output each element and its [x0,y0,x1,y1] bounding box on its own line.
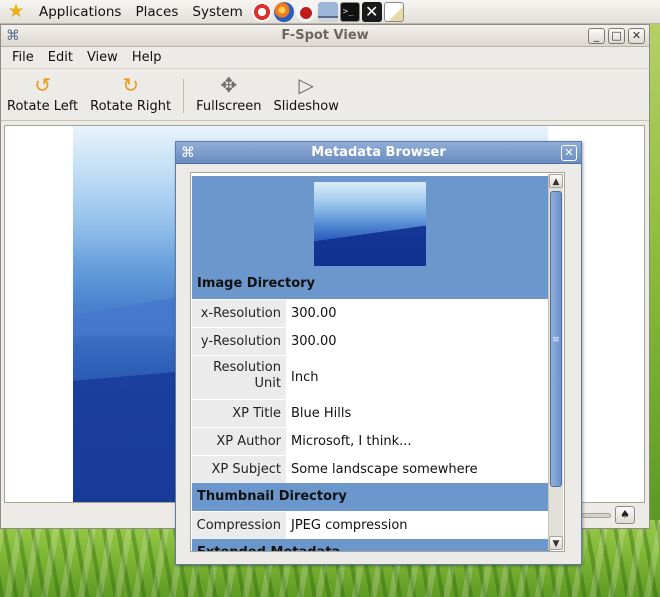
row-key: Compression [192,512,286,539]
top-panel: ★ Applications Places System >_ ✕ [0,0,660,24]
menu-file[interactable]: File [5,50,41,65]
metadata-browser-title: Metadata Browser [311,145,446,160]
table-row: XP Title Blue Hills [192,399,550,427]
table-row: XP Subject Some landscape somewhere [192,455,550,483]
rotate-right-label: Rotate Right [90,99,172,114]
row-value: Blue Hills [286,400,550,427]
table-row: x-Resolution 300.00 [192,299,550,327]
help-icon[interactable] [251,1,272,22]
metadata-list[interactable]: Image Directory x-Resolution 300.00 y-Re… [190,172,565,552]
scroll-thumb[interactable]: ≡ [550,191,562,487]
rotate-left-label: Rotate Left [7,99,79,114]
slideshow-icon: ▷ [298,73,314,97]
menu-view[interactable]: View [80,50,125,65]
window-title: F-Spot View [281,28,369,43]
row-key: XP Author [192,428,286,455]
system-menu[interactable]: System [185,4,249,20]
row-value: Inch [286,356,550,399]
thumbnail-directory-header: Thumbnail Directory [192,483,550,511]
fullscreen-icon: ✥ [220,73,238,97]
row-value: 300.00 [286,300,550,327]
row-key: y-Resolution [192,328,286,355]
star-icon[interactable]: ★ [6,2,26,22]
metadata-close-button[interactable]: ✕ [561,145,577,161]
row-value: Microsoft, I think... [286,428,550,455]
applications-menu[interactable]: Applications [32,4,128,20]
rotate-right-button[interactable]: ↻ Rotate Right [84,73,177,114]
table-row: y-Resolution 300.00 [192,327,550,355]
table-row: XP Author Microsoft, I think... [192,427,550,455]
row-key: XP Title [192,400,286,427]
row-value: 300.00 [286,328,550,355]
extended-metadata-header: Extended Metadata [192,539,550,551]
places-menu[interactable]: Places [128,4,185,20]
toolbar: ↺ Rotate Left ↻ Rotate Right ✥ Fullscree… [1,69,649,121]
maximize-button[interactable]: □ [608,28,625,44]
menubar: File Edit View Help [1,47,649,69]
metadata-browser-titlebar[interactable]: ⌘ Metadata Browser ✕ [176,142,581,164]
vertical-scrollbar[interactable]: ▲ ≡ ▼ [548,174,563,550]
x-icon[interactable]: ✕ [361,1,382,22]
fullscreen-label: Fullscreen [196,99,262,114]
fspot-titlebar[interactable]: ⌘ F-Spot View _ □ ✕ [1,25,649,47]
toolbar-separator [183,79,185,113]
text-editor-icon[interactable] [383,1,404,22]
slideshow-label: Slideshow [273,99,339,114]
image-directory-title: Image Directory [197,276,316,291]
table-row: Resolution Unit Inch [192,355,550,399]
zoom-slider[interactable] [581,512,611,518]
row-value: Some landscape somewhere [286,456,550,483]
zoom-tree-icon[interactable]: ♠ [615,506,635,524]
scroll-up-icon[interactable]: ▲ [549,174,563,188]
image-directory-header: Image Directory [192,176,550,299]
firefox-icon[interactable] [273,1,294,22]
scroll-down-icon[interactable]: ▼ [549,536,563,550]
row-value: JPEG compression [286,512,550,539]
rotate-left-button[interactable]: ↺ Rotate Left [1,73,84,114]
row-key: x-Resolution [192,300,286,327]
slideshow-button[interactable]: ▷ Slideshow [268,73,345,114]
zoom-control[interactable]: ♠ [581,505,641,525]
metadata-browser-window: ⌘ Metadata Browser ✕ Image Directory x-R… [175,141,582,565]
row-key: Resolution Unit [192,356,286,399]
row-key: XP Subject [192,456,286,483]
thumbnail-image [314,182,426,266]
minimize-button[interactable]: _ [588,28,605,44]
terminal-icon[interactable]: >_ [339,1,360,22]
menu-help[interactable]: Help [125,50,169,65]
monitor-icon[interactable] [317,1,338,22]
menu-edit[interactable]: Edit [41,50,80,65]
fullscreen-button[interactable]: ✥ Fullscreen [190,73,267,114]
mail-icon[interactable] [295,1,316,22]
rotate-right-icon: ↻ [122,73,139,97]
rotate-left-icon: ↺ [34,73,51,97]
table-row: Compression JPEG compression [192,511,550,539]
close-button[interactable]: ✕ [628,28,645,44]
